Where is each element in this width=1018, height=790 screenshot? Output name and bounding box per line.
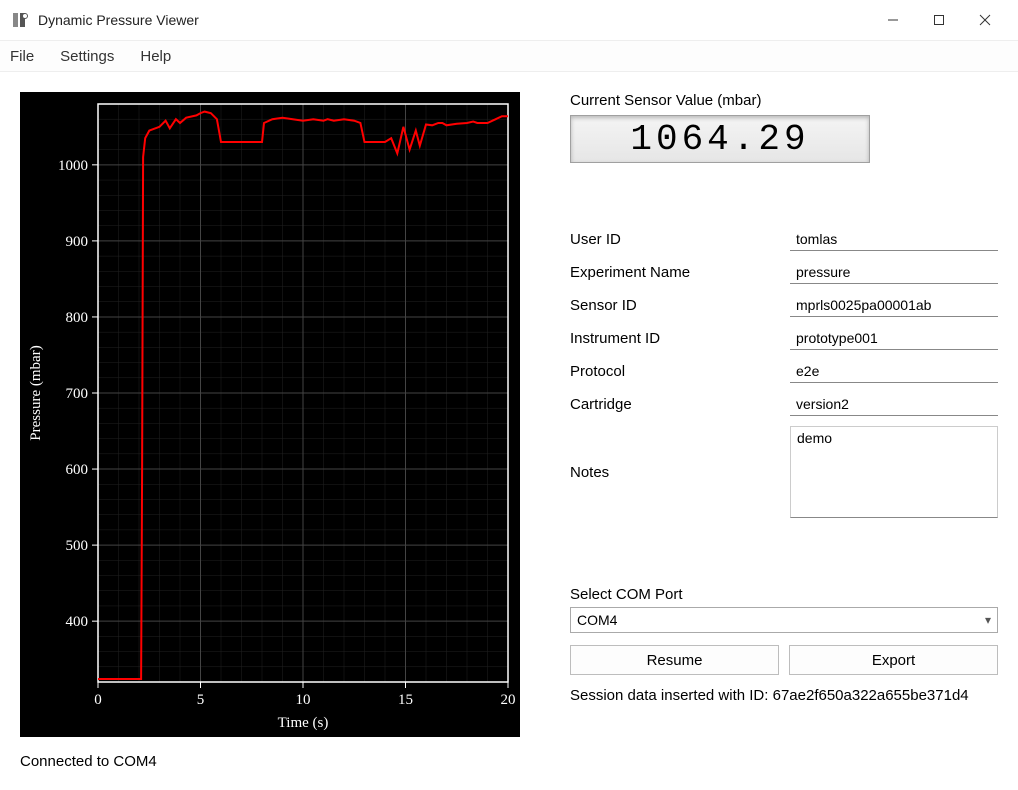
svg-text:Pressure (mbar): Pressure (mbar) xyxy=(28,345,44,440)
window-title: Dynamic Pressure Viewer xyxy=(38,12,199,28)
menubar: File Settings Help xyxy=(0,40,1018,72)
pressure-chart[interactable]: 0 5 10 15 20 400 500 600 700 800 900 1000 Time (s) Pr… xyxy=(20,92,520,737)
chevron-down-icon: ▾ xyxy=(985,613,991,627)
sensor-id-input[interactable] xyxy=(790,294,998,317)
com-port-selected: COM4 xyxy=(577,612,617,628)
svg-text:600: 600 xyxy=(66,462,89,478)
svg-text:1000: 1000 xyxy=(58,158,88,174)
svg-text:20: 20 xyxy=(501,692,516,708)
protocol-input[interactable] xyxy=(790,360,998,383)
sensor-value-label: Current Sensor Value (mbar) xyxy=(570,92,998,109)
menu-settings[interactable]: Settings xyxy=(56,44,118,69)
close-button[interactable] xyxy=(962,0,1008,40)
session-status: Session data inserted with ID: 67ae2f650… xyxy=(570,687,998,704)
svg-text:400: 400 xyxy=(66,614,89,630)
svg-text:Time (s): Time (s) xyxy=(278,715,329,731)
cartridge-input[interactable] xyxy=(790,393,998,416)
notes-input[interactable] xyxy=(790,426,998,518)
svg-text:500: 500 xyxy=(66,538,89,554)
com-port-label: Select COM Port xyxy=(570,586,998,603)
protocol-label: Protocol xyxy=(570,363,790,380)
cartridge-label: Cartridge xyxy=(570,396,790,413)
menu-help[interactable]: Help xyxy=(136,44,175,69)
instrument-id-input[interactable] xyxy=(790,327,998,350)
minimize-button[interactable] xyxy=(870,0,916,40)
experiment-name-label: Experiment Name xyxy=(570,264,790,281)
user-id-input[interactable] xyxy=(790,228,998,251)
experiment-name-input[interactable] xyxy=(790,261,998,284)
svg-text:800: 800 xyxy=(66,310,89,326)
maximize-button[interactable] xyxy=(916,0,962,40)
svg-text:5: 5 xyxy=(197,692,205,708)
app-icon xyxy=(10,10,30,30)
resume-button[interactable]: Resume xyxy=(570,645,779,675)
svg-text:900: 900 xyxy=(66,234,89,250)
sensor-id-label: Sensor ID xyxy=(570,297,790,314)
instrument-id-label: Instrument ID xyxy=(570,330,790,347)
notes-label: Notes xyxy=(570,464,790,481)
com-port-select[interactable]: COM4 ▾ xyxy=(570,607,998,633)
sensor-value-display: 1064.29 xyxy=(570,115,870,163)
menu-file[interactable]: File xyxy=(6,44,38,69)
svg-text:0: 0 xyxy=(94,692,102,708)
svg-text:15: 15 xyxy=(398,692,413,708)
user-id-label: User ID xyxy=(570,231,790,248)
export-button[interactable]: Export xyxy=(789,645,998,675)
titlebar: Dynamic Pressure Viewer xyxy=(0,0,1018,40)
svg-text:700: 700 xyxy=(66,386,89,402)
connection-status: Connected to COM4 xyxy=(20,753,520,770)
svg-text:10: 10 xyxy=(296,692,311,708)
